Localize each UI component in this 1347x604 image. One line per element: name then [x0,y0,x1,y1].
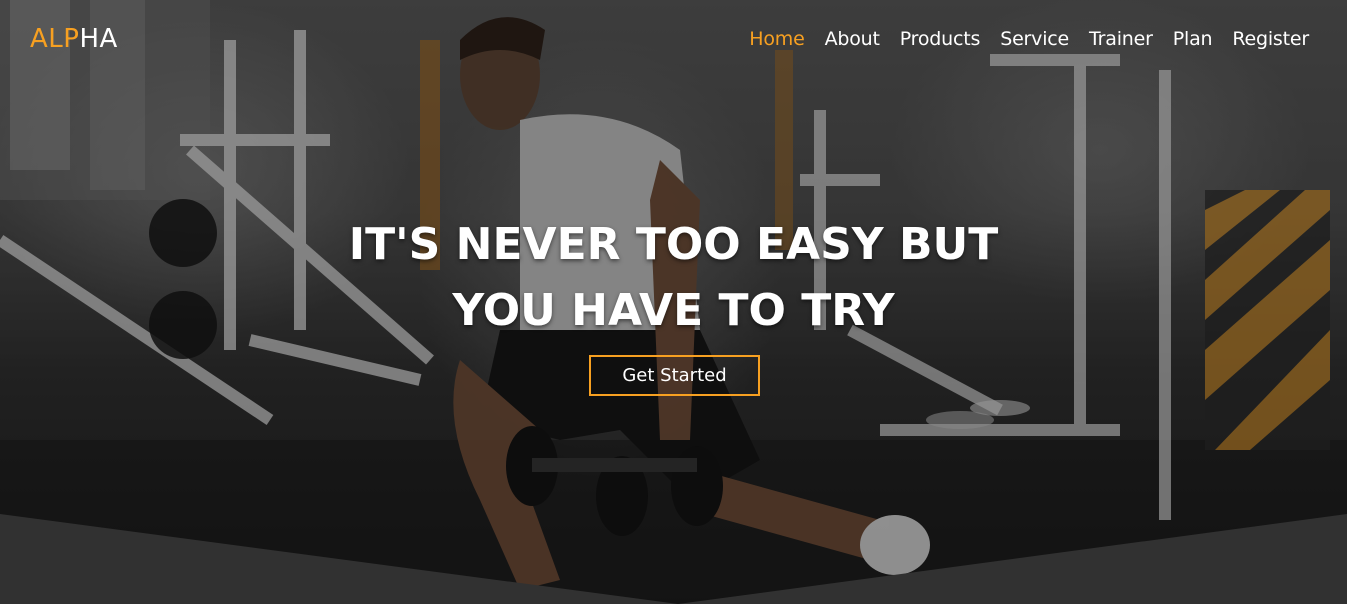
nav-link-products[interactable]: Products [900,28,981,50]
nav-link-service[interactable]: Service [1000,28,1069,50]
nav-link-plan[interactable]: Plan [1173,28,1213,50]
nav-link-home[interactable]: Home [749,28,805,50]
get-started-button[interactable]: Get Started [589,355,760,396]
nav-link-trainer[interactable]: Trainer [1089,28,1153,50]
hero-headline-line-2: YOU HAVE TO TRY [452,285,895,336]
brand-logo[interactable]: ALPHA [30,24,118,54]
logo-accent-text: ALP [30,24,80,54]
hero-bottom-divider [0,514,1347,604]
nav-link-register[interactable]: Register [1232,28,1309,50]
hero-headline: IT'S NEVER TOO EASY BUT YOU HAVE TO TRY [0,212,1347,344]
hero-headline-line-1: IT'S NEVER TOO EASY BUT [348,219,999,270]
navbar: ALPHA Home About Products Service Traine… [0,0,1347,80]
nav-link-about[interactable]: About [825,28,880,50]
logo-rest-text: HA [79,24,118,54]
main-nav: Home About Products Service Trainer Plan… [749,28,1309,50]
